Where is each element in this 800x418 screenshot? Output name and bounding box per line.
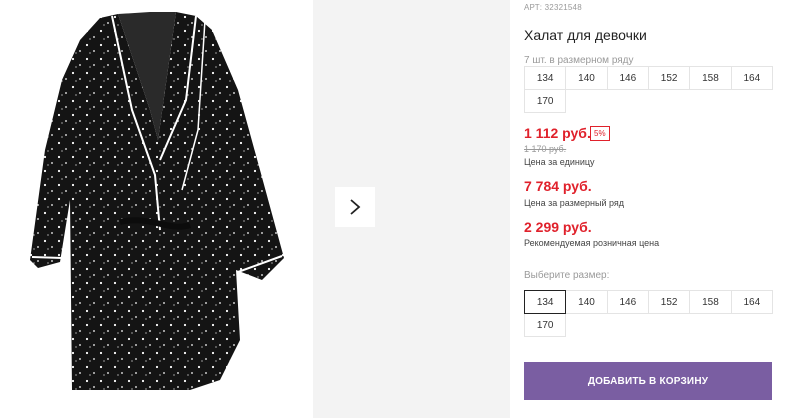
product-image bbox=[0, 0, 313, 418]
product-title: Халат для девочки bbox=[524, 27, 647, 43]
size-row-item: 146 bbox=[606, 66, 649, 90]
size-row-grid: 134 140 146 152 158 164 170 bbox=[524, 66, 773, 113]
discount-badge: 5% bbox=[590, 126, 610, 141]
size-row-item: 152 bbox=[647, 66, 691, 90]
old-price: 1 170 руб. bbox=[524, 144, 567, 154]
robe-image bbox=[30, 12, 284, 390]
unit-price: 1 112 руб. bbox=[524, 125, 591, 141]
unit-price-label: Цена за единицу bbox=[524, 157, 595, 167]
size-option-152[interactable]: 152 bbox=[647, 290, 691, 314]
size-option-146[interactable]: 146 bbox=[606, 290, 649, 314]
size-row-item: 134 bbox=[524, 66, 567, 90]
size-row-item: 140 bbox=[565, 66, 608, 90]
size-row-item: 158 bbox=[689, 66, 732, 90]
size-selector: 134 140 146 152 158 164 170 bbox=[524, 290, 773, 337]
size-option-134[interactable]: 134 bbox=[524, 290, 567, 314]
size-row-item: 170 bbox=[524, 89, 567, 113]
size-option-170[interactable]: 170 bbox=[524, 313, 567, 337]
choose-size-label: Выберите размер: bbox=[524, 270, 610, 281]
add-to-cart-button[interactable]: ДОБАВИТЬ В КОРЗИНУ bbox=[524, 362, 772, 400]
size-row-item: 164 bbox=[730, 66, 773, 90]
retail-price: 2 299 руб. bbox=[524, 219, 592, 235]
size-option-164[interactable]: 164 bbox=[730, 290, 773, 314]
pack-note: 7 шт. в размерном ряду bbox=[524, 55, 634, 66]
retail-price-label: Рекомендуемая розничная цена bbox=[524, 238, 660, 248]
next-image-button[interactable] bbox=[335, 187, 375, 227]
row-price-label: Цена за размерный ряд bbox=[524, 198, 625, 208]
row-price: 7 784 руб. bbox=[524, 178, 592, 194]
article-number: АРТ: 32321548 bbox=[524, 3, 582, 12]
size-option-158[interactable]: 158 bbox=[689, 290, 732, 314]
chevron-right-icon bbox=[350, 199, 361, 215]
size-option-140[interactable]: 140 bbox=[565, 290, 608, 314]
